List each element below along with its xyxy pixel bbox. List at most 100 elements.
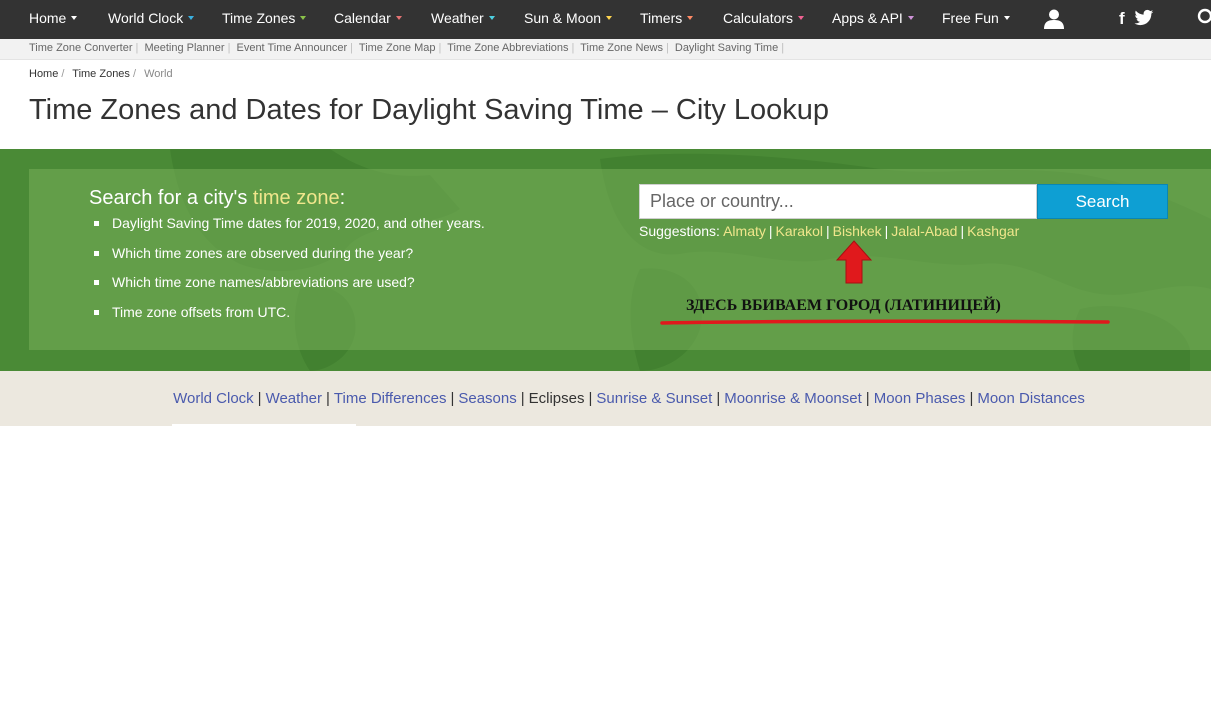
nav-world-clock-label: World Clock xyxy=(108,10,184,26)
nav-timers[interactable]: Timers xyxy=(640,0,694,39)
subnav-separator: | xyxy=(571,42,575,54)
suggestion-link[interactable]: Kashgar xyxy=(967,223,1019,239)
subnav-separator: | xyxy=(665,42,669,54)
search-heading-prefix: Search for a city's xyxy=(89,187,253,209)
nav-calendar-label: Calendar xyxy=(334,10,391,26)
link-sunrise-sunset[interactable]: Sunrise & Sunset xyxy=(596,390,712,407)
twitter-icon[interactable] xyxy=(1134,9,1154,27)
link-moonrise-moonset[interactable]: Moonrise & Moonset xyxy=(724,390,862,407)
search-heading-highlight: time zone xyxy=(252,187,340,209)
breadcrumb-current: World xyxy=(144,68,173,80)
nav-free-fun[interactable]: Free Fun xyxy=(942,0,1010,39)
section-links: World Clock | Weather | Time Differences | Sea… xyxy=(0,390,1211,407)
suggestion-link[interactable]: Almaty xyxy=(723,223,766,239)
place-search-input[interactable] xyxy=(639,184,1037,219)
top-navigation: Home World Clock Time Zones Calendar Wea… xyxy=(0,0,1211,39)
link-separator: | xyxy=(450,390,455,407)
feature-list: Daylight Saving Time dates for 2019, 202… xyxy=(94,212,485,331)
link-separator: | xyxy=(716,390,721,407)
link-separator: | xyxy=(257,390,262,407)
nav-calendar[interactable]: Calendar xyxy=(334,0,402,39)
nav-sun-moon-label: Sun & Moon xyxy=(524,10,602,26)
subnav-time-zone-abbreviations[interactable]: Time Zone Abbreviations xyxy=(447,42,568,54)
breadcrumb-time-zones[interactable]: Time Zones xyxy=(72,68,130,80)
feature-item: Time zone offsets from UTC. xyxy=(94,301,485,331)
subnav-daylight-saving-time[interactable]: Daylight Saving Time xyxy=(675,42,778,54)
nav-time-zones[interactable]: Time Zones xyxy=(222,0,307,39)
link-world-clock[interactable]: World Clock xyxy=(173,390,254,407)
suggestions-label: Suggestions: xyxy=(639,223,720,239)
suggestion-separator: | xyxy=(825,223,830,239)
subnav-time-zone-converter[interactable]: Time Zone Converter xyxy=(29,42,133,54)
chevron-down-icon xyxy=(687,16,694,21)
chevron-down-icon xyxy=(395,16,402,21)
subnav-time-zone-map[interactable]: Time Zone Map xyxy=(359,42,436,54)
search-heading: Search for a city's time zone: xyxy=(89,187,345,210)
suggestion-separator: | xyxy=(960,223,965,239)
suggestion-link[interactable]: Karakol xyxy=(776,223,823,239)
search-heading-suffix: : xyxy=(339,187,346,209)
link-eclipses-current: Eclipses xyxy=(528,390,585,407)
breadcrumb-separator: / xyxy=(132,68,136,80)
search-icon[interactable] xyxy=(1197,8,1211,26)
link-separator: | xyxy=(865,390,870,407)
chevron-down-icon xyxy=(606,16,613,21)
subnav-separator: | xyxy=(350,42,354,54)
nav-apps-api-label: Apps & API xyxy=(832,10,903,26)
nav-sun-moon[interactable]: Sun & Moon xyxy=(524,0,613,39)
nav-timers-label: Timers xyxy=(640,10,683,26)
chevron-down-icon xyxy=(1003,16,1010,21)
content-tab-stub xyxy=(172,424,356,428)
subnav-links: Time Zone Converter | Meeting Planner | Ev… xyxy=(29,42,787,54)
chevron-down-icon xyxy=(300,16,307,21)
link-separator: | xyxy=(588,390,593,407)
link-moon-phases[interactable]: Moon Phases xyxy=(874,390,966,407)
subnav-separator: | xyxy=(781,42,785,54)
link-time-differences[interactable]: Time Differences xyxy=(334,390,447,407)
annotation-text: ЗДЕСЬ ВБИВАЕМ ГОРОД (ЛАТИНИЦЕЙ) xyxy=(686,297,1001,314)
feature-item: Which time zones are observed during the… xyxy=(94,242,485,272)
breadcrumb: Home / Time Zones / World xyxy=(29,68,173,80)
nav-calculators-label: Calculators xyxy=(723,10,794,26)
nav-home-label: Home xyxy=(29,10,67,26)
chevron-down-icon xyxy=(188,16,195,21)
nav-calculators[interactable]: Calculators xyxy=(723,0,805,39)
nav-home[interactable]: Home xyxy=(29,0,78,39)
breadcrumb-home[interactable]: Home xyxy=(29,68,58,80)
chevron-down-icon xyxy=(488,16,495,21)
nav-apps-api[interactable]: Apps & API xyxy=(832,0,914,39)
chevron-down-icon xyxy=(71,16,78,21)
link-separator: | xyxy=(969,390,974,407)
link-weather[interactable]: Weather xyxy=(266,390,322,407)
nav-world-clock[interactable]: World Clock xyxy=(108,0,195,39)
suggestion-link[interactable]: Jalal-Abad xyxy=(891,223,957,239)
feature-item: Which time zone names/abbreviations are … xyxy=(94,271,485,301)
search-button[interactable]: Search xyxy=(1037,184,1168,219)
subnav-event-time-announcer[interactable]: Event Time Announcer xyxy=(236,42,347,54)
link-seasons[interactable]: Seasons xyxy=(458,390,516,407)
facebook-icon[interactable]: f xyxy=(1119,9,1125,29)
suggestion-link[interactable]: Bishkek xyxy=(833,223,882,239)
link-moon-distances[interactable]: Moon Distances xyxy=(977,390,1085,407)
red-arrow-up-icon xyxy=(836,240,872,284)
chevron-down-icon xyxy=(907,16,914,21)
chevron-down-icon xyxy=(798,16,805,21)
user-icon[interactable] xyxy=(1043,8,1065,30)
breadcrumb-separator: / xyxy=(61,68,65,80)
subnav-separator: | xyxy=(135,42,139,54)
suggestion-separator: | xyxy=(884,223,889,239)
link-separator: | xyxy=(520,390,525,407)
subnav-meeting-planner[interactable]: Meeting Planner xyxy=(144,42,224,54)
nav-weather[interactable]: Weather xyxy=(431,0,495,39)
suggestions: Suggestions: Almaty | Karakol | Bishkek | Jala… xyxy=(639,223,1019,239)
sub-navigation: Time Zone Converter | Meeting Planner | Ev… xyxy=(0,39,1211,60)
annotation-underline xyxy=(660,319,1110,325)
link-separator: | xyxy=(326,390,330,407)
subnav-separator: | xyxy=(227,42,231,54)
page-title: Time Zones and Dates for Daylight Saving… xyxy=(29,94,830,126)
suggestion-separator: | xyxy=(768,223,773,239)
nav-weather-label: Weather xyxy=(431,10,484,26)
feature-item: Daylight Saving Time dates for 2019, 202… xyxy=(94,212,485,242)
subnav-time-zone-news[interactable]: Time Zone News xyxy=(580,42,663,54)
section-links-band: World Clock | Weather | Time Differences | Sea… xyxy=(0,371,1211,426)
